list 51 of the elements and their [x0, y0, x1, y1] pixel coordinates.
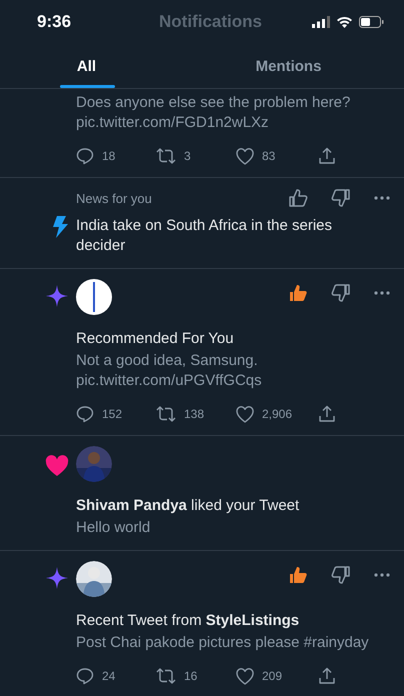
notification-title: Recent Tweet from StyleListings: [76, 611, 300, 631]
status-time: 9:36: [37, 12, 72, 32]
like-icon[interactable]: [236, 406, 254, 422]
retweet-count: 16: [184, 669, 198, 683]
more-icon[interactable]: [374, 573, 390, 577]
share-icon[interactable]: [318, 405, 336, 423]
header-title: Notifications: [159, 12, 262, 32]
sparkle-icon: [46, 567, 68, 589]
avatar-icon[interactable]: [76, 279, 112, 315]
thumbs-up-icon[interactable]: [288, 188, 308, 208]
tab[interactable]: All: [0, 44, 173, 88]
like-count: 2,906: [262, 407, 292, 421]
share-icon[interactable]: [318, 667, 336, 685]
reply-count: 152: [102, 407, 122, 421]
tweet-text: Not a good idea, Samsung. pic.twitter.com/uPGVffGCqs: [76, 351, 263, 391]
retweet-count: 138: [184, 407, 204, 421]
reply-count: 24: [102, 669, 116, 683]
reply-icon[interactable]: [76, 667, 94, 685]
notification-title: Recommended For You: [76, 329, 235, 349]
retweet-icon[interactable]: [156, 405, 176, 423]
reply-count: 18: [102, 149, 116, 163]
filled-thumbs-up-icon[interactable]: [288, 283, 308, 303]
wifi-icon: [336, 16, 353, 28]
lightning-icon: [52, 216, 68, 238]
reply-icon[interactable]: [76, 147, 94, 165]
thumbs-down-icon[interactable]: [331, 188, 351, 208]
like-icon[interactable]: [236, 148, 254, 164]
like-icon[interactable]: [236, 668, 254, 684]
tweet-text: Post Chai pakode pictures please #rainyday: [76, 633, 370, 653]
tab[interactable]: Mentions: [173, 44, 404, 88]
like-count: 83: [262, 149, 276, 163]
reply-icon[interactable]: [76, 405, 94, 423]
retweet-icon[interactable]: [156, 147, 176, 165]
sparkle-icon: [46, 285, 68, 307]
retweet-icon[interactable]: [156, 667, 176, 685]
more-icon[interactable]: [374, 291, 390, 295]
news-category: News for you: [76, 190, 152, 206]
battery-icon: [359, 16, 384, 28]
notification-title: Shivam Pandya liked your Tweet: [76, 496, 300, 516]
filled-thumbs-up-icon[interactable]: [288, 565, 308, 585]
tweet-text: Hello world: [76, 518, 152, 538]
tweet-text: Does anyone else see the problem here? pic.twitter.com/FGD1n2wLXz: [76, 93, 352, 133]
thumbs-down-icon[interactable]: [331, 283, 351, 303]
thumbs-down-icon[interactable]: [331, 565, 351, 585]
like-count: 209: [262, 669, 282, 683]
signal-icon: [312, 16, 330, 28]
retweet-count: 3: [184, 149, 191, 163]
news-headline[interactable]: India take on South Africa in the series decider: [76, 216, 390, 256]
share-icon[interactable]: [318, 147, 336, 165]
more-icon[interactable]: [374, 196, 390, 200]
heart-icon: [46, 456, 68, 476]
